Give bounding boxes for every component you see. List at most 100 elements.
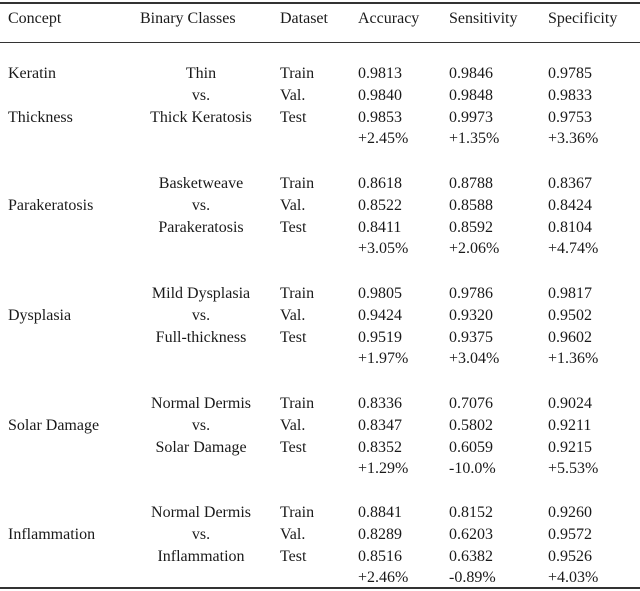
sensitivity-delta: -0.89%	[449, 569, 496, 587]
sensitivity-cell: 0.9786	[449, 285, 493, 302]
dataset-cell: Test	[280, 438, 307, 456]
specificity-cell: 0.8104	[548, 218, 592, 236]
header-dataset: Dataset	[280, 10, 328, 27]
sensitivity-cell: 0.8152	[449, 504, 493, 521]
specificity-cell: 0.9024	[548, 395, 592, 412]
specificity-cell: 0.9502	[548, 306, 592, 324]
accuracy-cell: 0.9840	[358, 86, 402, 104]
sensitivity-cell: 0.9320	[449, 306, 493, 324]
sensitivity-delta: +3.04%	[449, 350, 500, 368]
header-specificity: Specificity	[548, 10, 618, 27]
header-concept: Concept	[8, 10, 62, 27]
binary-class-label: vs.	[191, 416, 211, 434]
accuracy-delta: +1.29%	[358, 460, 409, 478]
accuracy-cell: 0.9424	[358, 306, 402, 324]
dataset-cell: Val.	[280, 86, 306, 104]
accuracy-delta: +3.05%	[358, 240, 409, 258]
specificity-cell: 0.9215	[548, 438, 592, 456]
specificity-cell: 0.8424	[548, 196, 592, 214]
concept-label: Inflammation	[8, 525, 96, 543]
sensitivity-cell: 0.5802	[449, 416, 493, 434]
concept-label: Keratin	[8, 65, 56, 82]
dataset-cell: Train	[280, 395, 315, 412]
accuracy-cell: 0.8841	[358, 504, 402, 521]
header-accuracy: Accuracy	[358, 10, 420, 27]
accuracy-delta: +2.46%	[358, 569, 409, 587]
specificity-cell: 0.9833	[548, 86, 592, 104]
table-top-rule	[0, 2, 640, 4]
specificity-cell: 0.9260	[548, 504, 592, 521]
specificity-delta: +1.36%	[548, 350, 599, 368]
sensitivity-delta: +1.35%	[449, 130, 500, 148]
dataset-cell: Test	[280, 218, 307, 236]
dataset-cell: Val.	[280, 416, 306, 434]
binary-class-label: vs.	[191, 86, 211, 104]
binary-class-label: vs.	[191, 306, 211, 324]
specificity-delta: +4.74%	[548, 240, 599, 258]
sensitivity-cell: 0.8788	[449, 175, 493, 192]
accuracy-cell: 0.8411	[358, 218, 402, 236]
specificity-cell: 0.8367	[548, 175, 592, 192]
specificity-cell: 0.9211	[548, 416, 592, 434]
binary-class-label: Basketweave	[158, 175, 244, 192]
accuracy-cell: 0.9813	[358, 65, 402, 82]
accuracy-cell: 0.8347	[358, 416, 402, 434]
sensitivity-cell: 0.9848	[449, 86, 493, 104]
specificity-cell: 0.9602	[548, 328, 592, 346]
concept-label: Dysplasia	[8, 306, 72, 324]
binary-class-label: Mild Dysplasia	[151, 285, 251, 302]
dataset-cell: Test	[280, 328, 307, 346]
binary-class-label: Inflammation	[157, 547, 245, 565]
accuracy-cell: 0.8522	[358, 196, 402, 214]
specificity-delta: +4.03%	[548, 569, 599, 587]
binary-class-label: Thin	[185, 65, 217, 82]
accuracy-delta: +1.97%	[358, 350, 409, 368]
concept-label: Parakeratosis	[8, 196, 94, 214]
binary-class-label: Parakeratosis	[158, 218, 244, 236]
accuracy-cell: 0.8289	[358, 525, 402, 543]
accuracy-delta: +2.45%	[358, 130, 409, 148]
table-bottom-rule	[0, 587, 640, 589]
binary-class-label: Normal Dermis	[151, 504, 251, 521]
dataset-cell: Val.	[280, 525, 306, 543]
specificity-cell: 0.9526	[548, 547, 592, 565]
specificity-cell: 0.9785	[548, 65, 592, 82]
sensitivity-cell: 0.6382	[449, 547, 493, 565]
dataset-cell: Val.	[280, 306, 306, 324]
dataset-cell: Val.	[280, 196, 306, 214]
sensitivity-delta: +2.06%	[449, 240, 500, 258]
sensitivity-cell: 0.8592	[449, 218, 493, 236]
dataset-cell: Train	[280, 65, 315, 82]
specificity-cell: 0.9817	[548, 285, 592, 302]
dataset-cell: Train	[280, 504, 315, 521]
accuracy-cell: 0.9519	[358, 328, 402, 346]
binary-class-label: vs.	[191, 525, 211, 543]
sensitivity-cell: 0.8588	[449, 196, 493, 214]
header-sensitivity: Sensitivity	[449, 10, 518, 27]
dataset-cell: Train	[280, 285, 315, 302]
sensitivity-cell: 0.9846	[449, 65, 493, 82]
concept-label: Solar Damage	[8, 416, 100, 434]
accuracy-cell: 0.8618	[358, 175, 402, 192]
accuracy-cell: 0.9853	[358, 108, 402, 126]
accuracy-cell: 0.8352	[358, 438, 402, 456]
binary-class-label: vs.	[191, 196, 211, 214]
binary-class-label: Full-thickness	[155, 328, 247, 346]
sensitivity-cell: 0.6059	[449, 438, 493, 456]
binary-class-label: Solar Damage	[155, 438, 247, 456]
accuracy-cell: 0.9805	[358, 285, 402, 302]
sensitivity-cell: 0.7076	[449, 395, 493, 412]
binary-class-label: Thick Keratosis	[150, 108, 252, 126]
specificity-delta: +5.53%	[548, 460, 599, 478]
specificity-cell: 0.9572	[548, 525, 592, 543]
concept-label: Thickness	[8, 108, 73, 126]
specificity-cell: 0.9753	[548, 108, 592, 126]
header-binary-classes: Binary Classes	[140, 10, 236, 27]
table-header-rule	[0, 42, 640, 43]
sensitivity-cell: 0.6203	[449, 525, 493, 543]
dataset-cell: Train	[280, 175, 315, 192]
accuracy-cell: 0.8516	[358, 547, 402, 565]
sensitivity-cell: 0.9973	[449, 108, 493, 126]
accuracy-cell: 0.8336	[358, 395, 402, 412]
specificity-delta: +3.36%	[548, 130, 599, 148]
